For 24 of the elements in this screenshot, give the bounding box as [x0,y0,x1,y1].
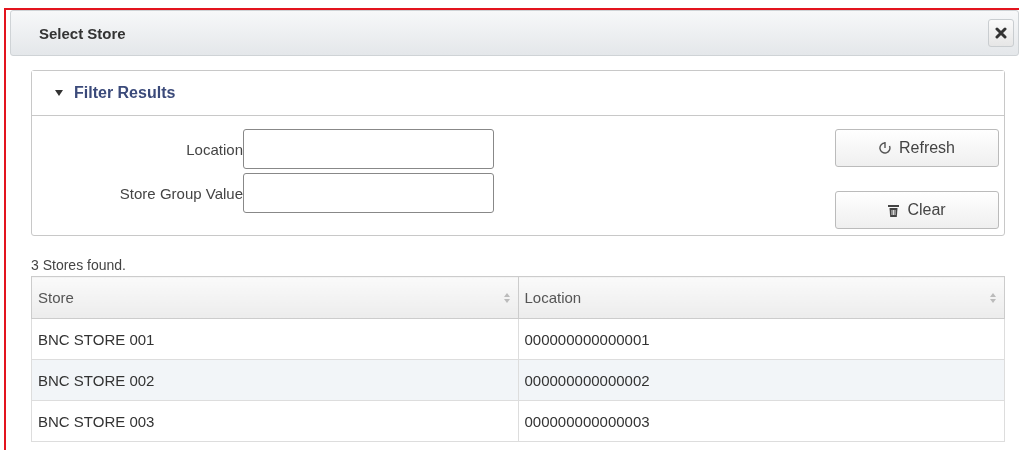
dialog-title: Select Store [39,24,126,42]
triangle-icon [54,89,64,97]
table-cell: BNC STORE 001 [31,318,518,360]
field-label: Store Group Value [118,184,243,202]
close-button[interactable] [988,19,1014,47]
table-cell: 000000000000003 [518,400,1005,442]
clear-button[interactable]: Clear [835,191,999,229]
close-icon [995,27,1007,39]
input-field[interactable] [243,173,494,213]
input-field[interactable] [243,129,494,169]
sort-icon [502,292,511,304]
filter-toggle[interactable]: Filter Results [32,71,1004,116]
table-cell: 000000000000001 [518,318,1005,360]
table-cell: BNC STORE 002 [31,359,518,401]
result-count: 3 Stores found. [31,257,127,273]
sort-icon [989,292,997,304]
refresh-button[interactable]: Refresh [835,129,999,167]
field-label: Location [185,140,243,158]
trash-icon [888,203,900,217]
column-header[interactable]: Store [31,276,518,319]
refresh-icon [879,141,891,155]
column-header[interactable]: Location [518,276,1005,319]
table-cell: 000000000000002 [518,359,1005,401]
table-cell: BNC STORE 003 [31,400,518,442]
